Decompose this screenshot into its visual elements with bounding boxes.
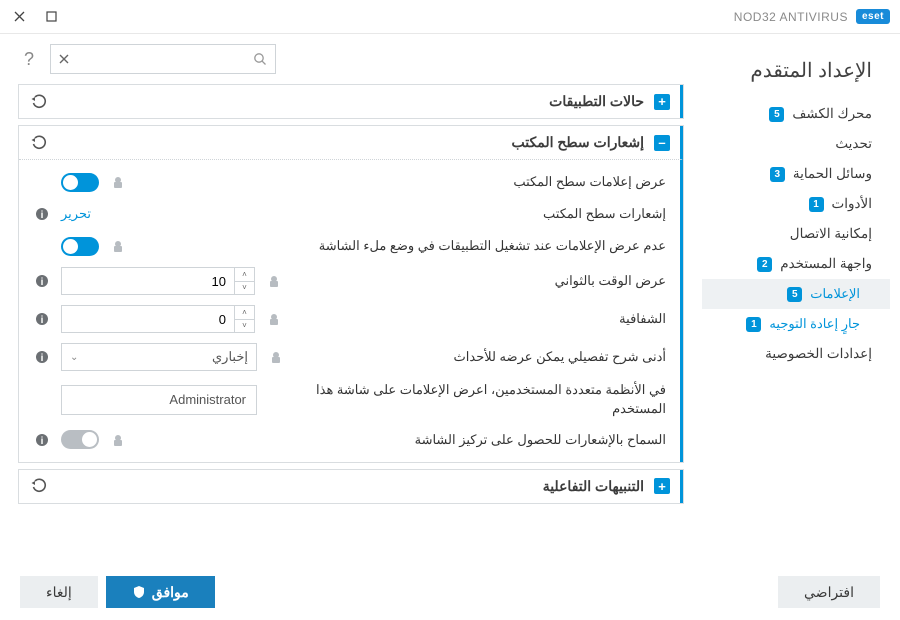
lock-icon [269,350,283,364]
info-icon[interactable]: i [33,350,49,364]
row-focus: السماح بالإشعارات للحصول على تركيز الشاش… [137,432,666,448]
min-verbosity-select[interactable]: ⌄ إخباري [61,343,257,371]
page-title: الإعداد المتقدم [702,48,890,99]
cancel-button[interactable]: إلغاء [20,576,98,608]
search-input[interactable] [50,44,276,74]
nav-detection-engine[interactable]: محرك الكشف5 [702,99,890,129]
ok-button[interactable]: موافق [106,576,215,608]
lock-icon [111,239,125,253]
lock-icon [111,433,125,447]
spin-up-icon[interactable]: ˄ [235,306,254,320]
nav-forwarding[interactable]: جارٍ إعادة التوجيه1 [702,309,890,339]
nav-tools[interactable]: الأدوات1 [702,189,890,219]
info-icon[interactable]: i [33,312,49,326]
badge: 5 [787,287,802,302]
row-show-desktop-notifications: عرض إعلامات سطح المكتب [137,174,666,190]
svg-text:i: i [41,277,44,288]
nav-notifications[interactable]: الإعلامات5 [702,279,890,309]
badge: 1 [746,317,761,332]
svg-text:i: i [41,315,44,326]
lock-icon [267,274,281,288]
undo-icon[interactable] [29,94,47,110]
row-desktop-notifications: إشعارات سطح المكتب [120,206,666,222]
panel-app-states-header[interactable]: + حالات التطبيقات [19,85,683,118]
lock-icon [267,312,281,326]
edit-link[interactable]: تحرير [61,206,91,222]
toggle-focus[interactable] [61,430,99,449]
panel-desktop-notifications-header[interactable]: – إشعارات سطح المكتب [19,126,683,160]
svg-text:i: i [41,353,44,364]
transparency-input[interactable]: ˄˅ [61,305,255,333]
spin-up-icon[interactable]: ˄ [235,268,254,282]
maximize-icon[interactable] [42,8,60,26]
nav-update[interactable]: تحديث [702,129,890,159]
panel-interactive-alerts-header[interactable]: + التنبيهات التفاعلية [19,470,683,503]
undo-icon[interactable] [29,478,47,494]
row-display-seconds: عرض الوقت بالثواني [293,273,666,289]
badge: 5 [769,107,784,122]
seconds-input[interactable]: ˄˅ [61,267,255,295]
info-icon[interactable]: i [33,274,49,288]
chevron-down-icon: ⌄ [70,352,78,363]
collapse-icon: – [654,135,670,151]
lock-icon [111,175,125,189]
clear-search-icon[interactable] [59,54,69,64]
spin-down-icon[interactable]: ˅ [235,282,254,295]
default-button[interactable]: افتراضي [778,576,880,608]
toggle-show-desktop-notifications[interactable] [61,173,99,192]
badge: 1 [809,197,824,212]
svg-text:i: i [41,210,44,221]
help-icon[interactable]: ? [18,49,40,70]
product-name: NOD32 ANTIVIRUS [734,10,848,24]
expand-icon: + [654,94,670,110]
expand-icon: + [654,478,670,494]
row-no-fullscreen: عدم عرض الإعلامات عند تشغيل التطبيقات في… [137,238,666,254]
row-min-verbosity: أدنى شرح تفصيلي يمكن عرضه للأحداث [295,349,666,365]
info-icon[interactable]: i [33,207,49,221]
badge: 3 [770,167,785,182]
brand-badge: eset [856,9,890,24]
svg-text:i: i [41,436,44,447]
search-icon [253,52,267,66]
multiuser-user-field[interactable]: Administrator [61,385,257,415]
row-transparency: الشفافية [293,311,666,327]
badge: 2 [757,257,772,272]
nav-connectivity[interactable]: إمكانية الاتصال [702,219,890,249]
toggle-no-fullscreen[interactable] [61,237,99,256]
info-icon[interactable]: i [33,433,49,447]
settings-nav: محرك الكشف5 تحديث وسائل الحماية3 الأدوات… [702,99,890,369]
nav-privacy[interactable]: إعدادات الخصوصية [702,339,890,369]
spin-down-icon[interactable]: ˅ [235,320,254,333]
nav-user-interface[interactable]: واجهة المستخدم2 [702,249,890,279]
undo-icon[interactable] [29,135,47,151]
nav-protections[interactable]: وسائل الحماية3 [702,159,890,189]
close-icon[interactable] [10,8,28,26]
row-multiuser: في الأنظمة متعددة المستخدمين، اعرض الإعل… [286,381,666,419]
shield-icon [132,585,146,599]
